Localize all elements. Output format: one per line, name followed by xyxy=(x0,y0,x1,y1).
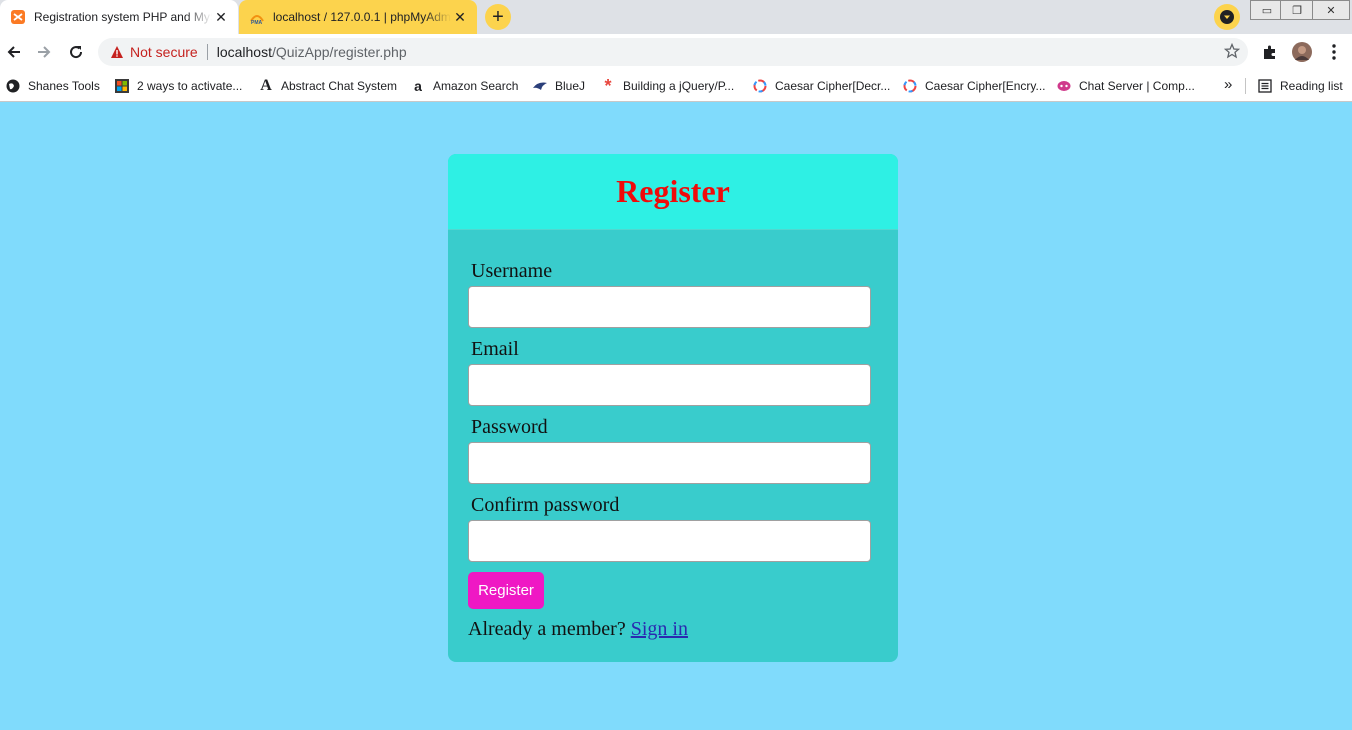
bookmark-label: BlueJ xyxy=(555,79,586,93)
page-title: Register xyxy=(616,173,730,209)
tab-search-button[interactable] xyxy=(1214,4,1240,30)
reading-list-icon xyxy=(1257,78,1273,94)
bluej-icon xyxy=(532,78,548,94)
register-button[interactable]: Register xyxy=(468,572,544,609)
forward-arrow-icon xyxy=(38,46,51,58)
bookmark-label: 2 ways to activate... xyxy=(137,79,243,93)
tab-strip: Registration system PHP and MySQL ✕ PMA … xyxy=(0,0,1352,34)
tab-title: Registration system PHP and MySQL xyxy=(34,10,212,24)
bookmark-item[interactable]: A Abstract Chat System xyxy=(258,76,397,96)
swirl-icon xyxy=(902,78,918,94)
divider xyxy=(1245,78,1246,94)
asterisk-icon: * xyxy=(604,75,612,96)
svg-text:PMA: PMA xyxy=(251,20,263,25)
forward-button[interactable] xyxy=(30,38,58,66)
swirl-icon xyxy=(752,78,768,94)
bookmark-item[interactable]: 2 ways to activate... xyxy=(114,76,242,96)
globe-icon xyxy=(5,78,21,94)
new-tab-button[interactable]: + xyxy=(485,4,511,30)
tab-registration[interactable]: Registration system PHP and MySQL ✕ xyxy=(0,0,238,34)
back-button[interactable] xyxy=(0,38,28,66)
warning-icon xyxy=(111,46,123,58)
tab-phpmyadmin[interactable]: PMA localhost / 127.0.0.1 | phpMyAdmin ✕ xyxy=(239,0,477,34)
close-icon[interactable]: ✕ xyxy=(451,8,469,26)
reload-button[interactable] xyxy=(62,38,90,66)
restore-button[interactable]: ❐ xyxy=(1280,0,1314,20)
avatar-icon xyxy=(1292,42,1312,62)
font-a-icon: A xyxy=(260,77,272,94)
chat-icon xyxy=(1056,78,1072,94)
username-input[interactable] xyxy=(468,286,871,328)
bookmark-item[interactable]: * Building a jQuery/P... xyxy=(600,76,734,96)
bookmark-item[interactable]: Shanes Tools xyxy=(5,76,100,96)
bookmark-item[interactable]: Caesar Cipher[Decr... xyxy=(752,76,890,96)
member-prompt: Already a member? Sign in xyxy=(468,618,688,641)
password-input[interactable] xyxy=(468,442,871,484)
tab-title: localhost / 127.0.0.1 | phpMyAdmin xyxy=(273,10,451,24)
email-input[interactable] xyxy=(468,364,871,406)
bookmark-item[interactable]: Chat Server | Comp... xyxy=(1056,76,1195,96)
reading-list-label: Reading list xyxy=(1280,79,1343,93)
star-icon xyxy=(1223,42,1241,59)
extensions-button[interactable] xyxy=(1260,42,1280,62)
username-label: Username xyxy=(471,260,553,282)
phpmyadmin-icon: PMA xyxy=(249,9,265,25)
url-path: /QuizApp/register.php xyxy=(271,44,407,60)
bookmark-item[interactable]: BlueJ xyxy=(532,76,585,96)
bookmark-star-button[interactable] xyxy=(1223,42,1241,62)
bookmark-item[interactable]: Caesar Cipher[Encry... xyxy=(902,76,1046,96)
window-close-button[interactable]: ✕ xyxy=(1312,0,1350,20)
address-bar[interactable]: Not secure localhost/QuizApp/register.ph… xyxy=(98,38,1248,66)
security-label[interactable]: Not secure xyxy=(130,44,198,60)
reload-icon xyxy=(70,46,83,59)
back-arrow-icon xyxy=(7,46,20,58)
bookmarks-bar: Shanes Tools 2 ways to activate... A Abs… xyxy=(0,70,1352,102)
bookmark-label: Chat Server | Comp... xyxy=(1079,79,1195,93)
bookmark-label: Abstract Chat System xyxy=(281,79,398,93)
profile-avatar[interactable] xyxy=(1292,42,1312,62)
sign-in-link[interactable]: Sign in xyxy=(631,618,688,640)
register-card: Register Username Email Password Confirm… xyxy=(448,154,898,662)
confirm-password-input[interactable] xyxy=(468,520,871,562)
bookmark-item[interactable]: a Amazon Search xyxy=(410,76,518,96)
bookmark-label: Shanes Tools xyxy=(28,79,100,93)
xampp-icon xyxy=(10,9,26,25)
divider xyxy=(206,44,208,60)
kebab-menu-icon xyxy=(1332,44,1336,60)
minimize-button[interactable]: ▭ xyxy=(1250,0,1284,20)
more-bookmarks-button[interactable]: » xyxy=(1224,76,1232,93)
bookmark-label: Caesar Cipher[Encry... xyxy=(925,79,1046,93)
chevron-down-icon xyxy=(1220,10,1234,24)
windows-icon xyxy=(114,78,130,94)
bookmark-label: Caesar Cipher[Decr... xyxy=(775,79,891,93)
card-header: Register xyxy=(448,154,898,230)
password-label: Password xyxy=(471,416,548,438)
reading-list-button[interactable]: Reading list xyxy=(1257,76,1343,96)
email-label: Email xyxy=(471,338,519,360)
puzzle-icon xyxy=(1264,45,1275,59)
url-host: localhost xyxy=(216,44,272,60)
member-text: Already a member? xyxy=(468,618,626,640)
menu-button[interactable] xyxy=(1324,42,1344,62)
close-icon[interactable]: ✕ xyxy=(212,8,230,26)
amazon-icon: a xyxy=(414,78,422,94)
bookmark-label: Amazon Search xyxy=(433,79,519,93)
bookmark-label: Building a jQuery/P... xyxy=(623,79,735,93)
confirm-password-label: Confirm password xyxy=(471,494,620,516)
browser-toolbar: Not secure localhost/QuizApp/register.ph… xyxy=(0,34,1352,70)
